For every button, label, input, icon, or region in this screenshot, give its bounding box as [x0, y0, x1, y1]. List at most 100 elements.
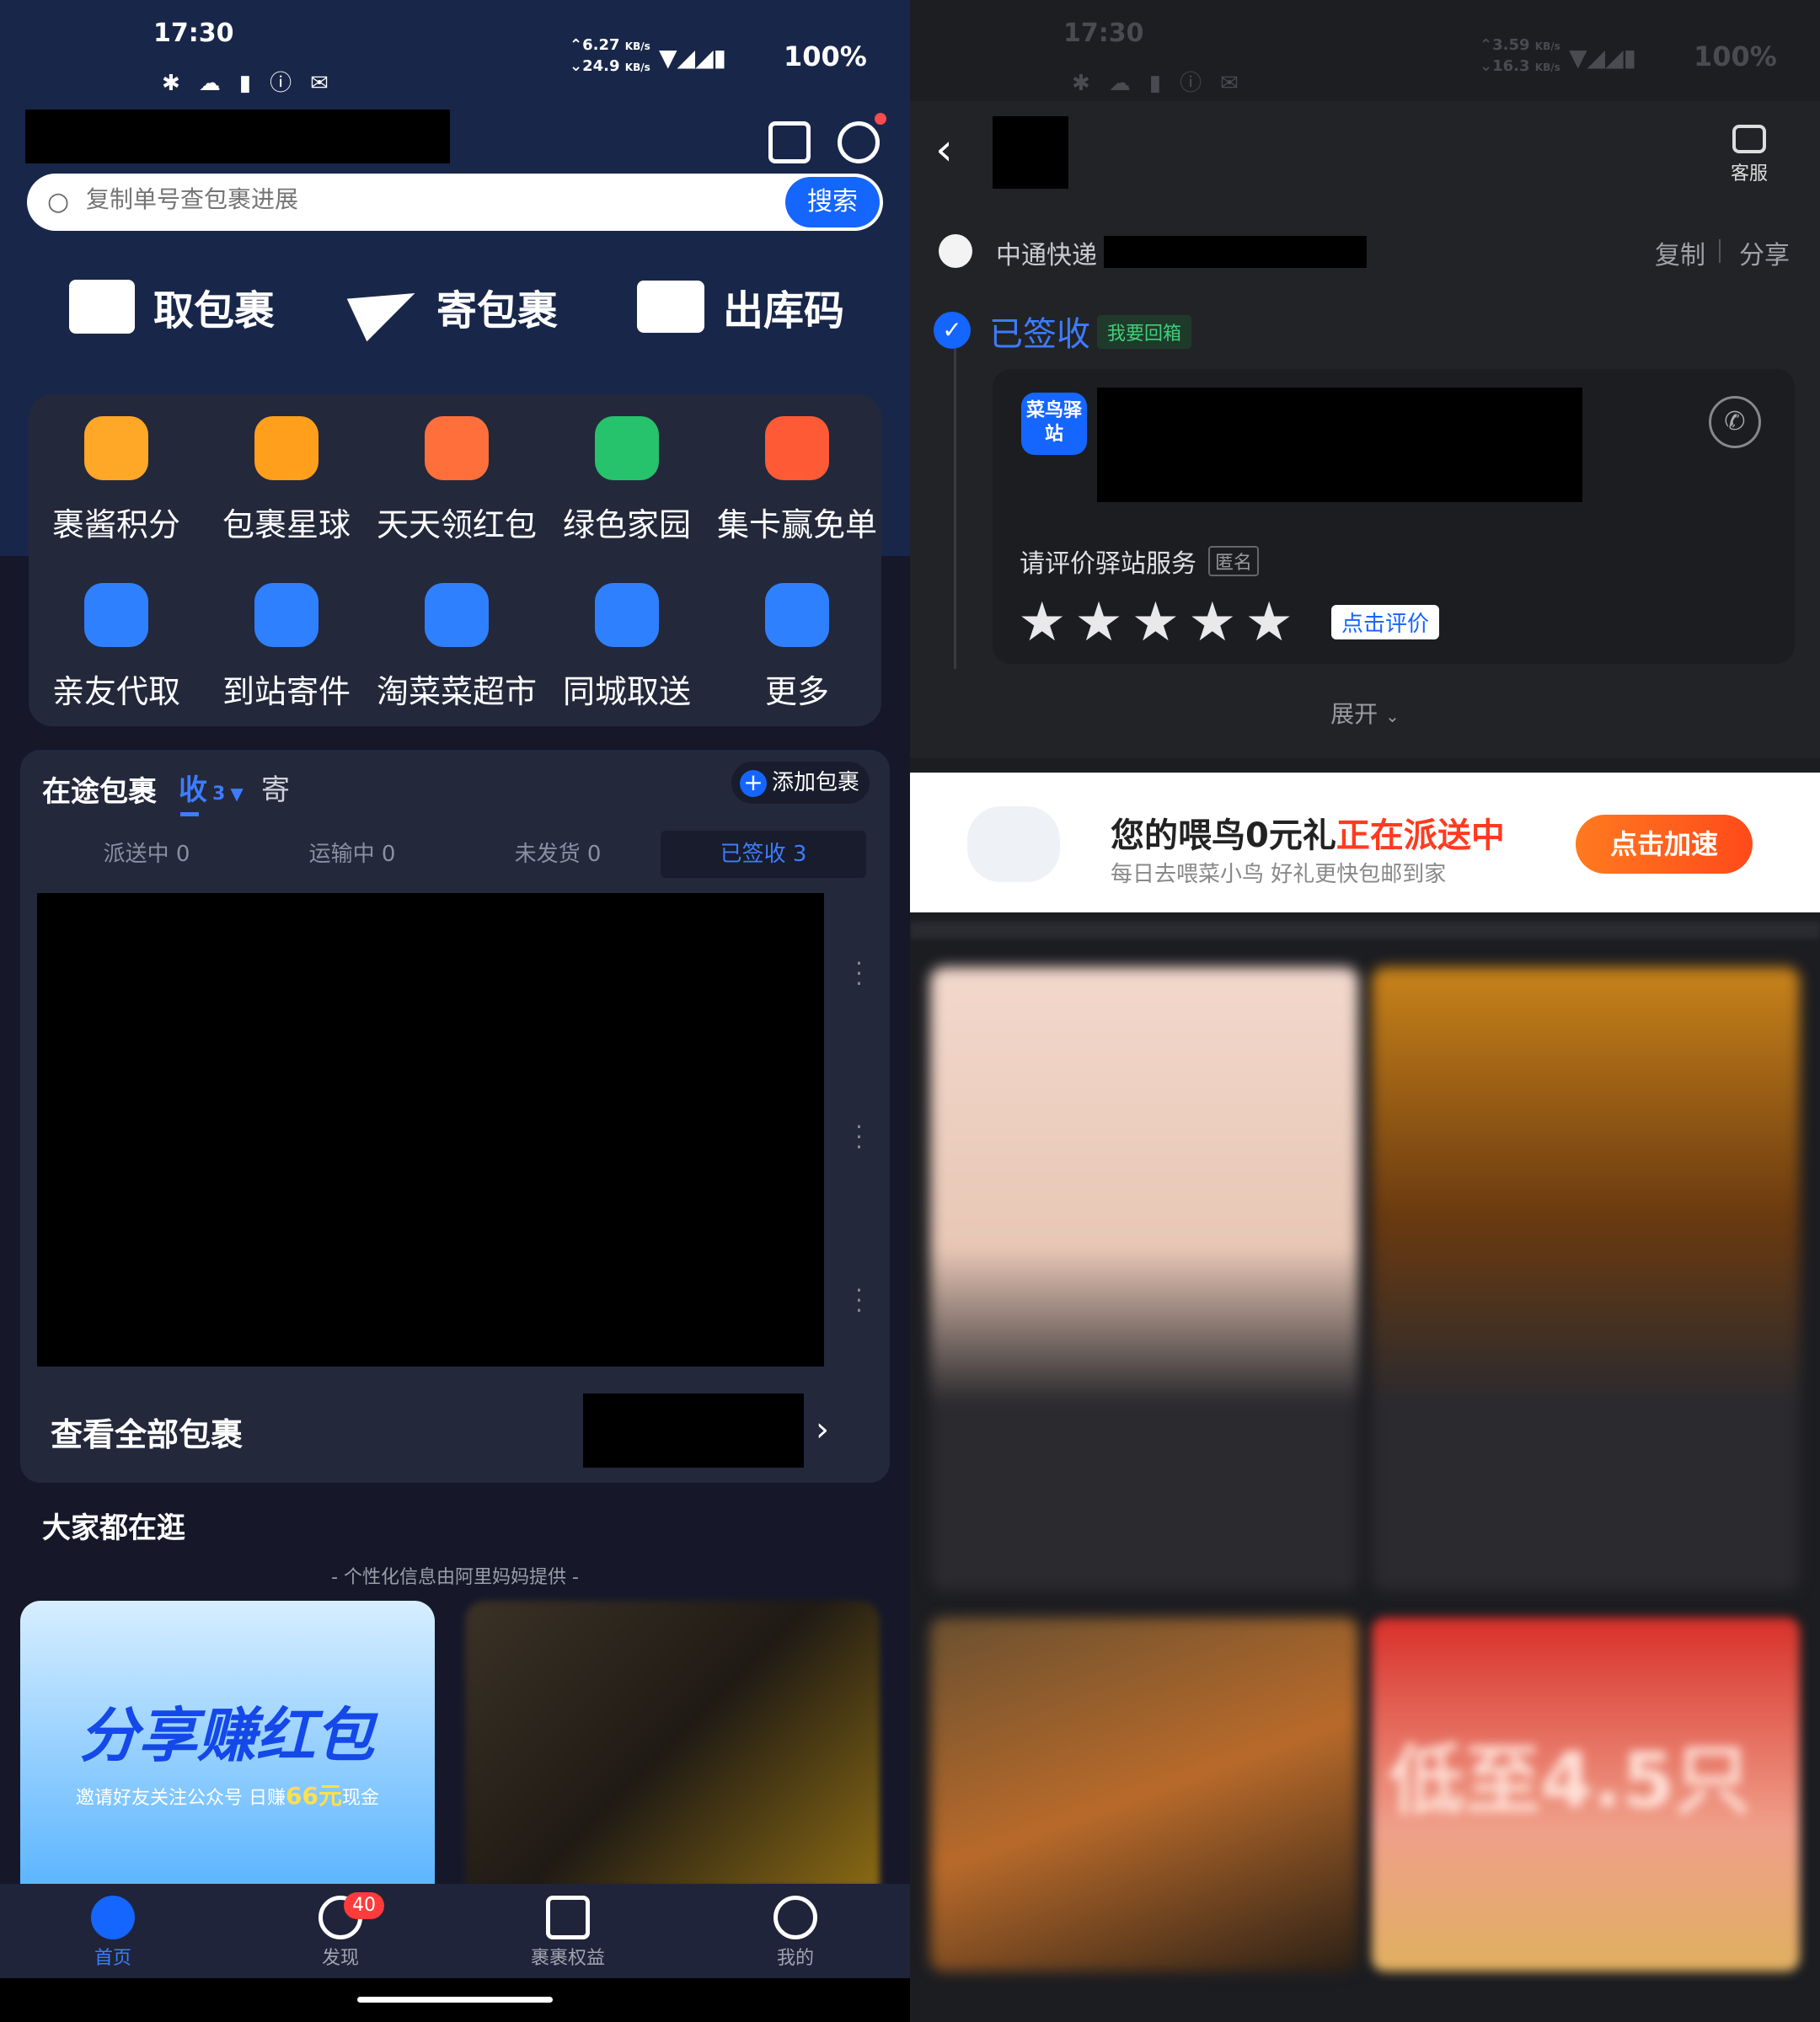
nav-benefits[interactable]: 裹裹权益 — [484, 1884, 652, 1970]
paper-plane-icon — [346, 271, 426, 342]
quick-action-send[interactable]: 寄包裹 — [346, 271, 558, 342]
service-label: 集卡赢免单 — [716, 506, 877, 543]
star-icon[interactable]: ★ — [1132, 591, 1180, 654]
battery-level: 100% — [1694, 40, 1777, 72]
share-red-packet-banner[interactable]: 分享赚红包 邀请好友关注公众号 日赚66元现金 — [20, 1601, 435, 1887]
status-tab-in-transit[interactable]: 运输中 0 — [249, 831, 455, 878]
service-label: 天天领红包 — [376, 506, 537, 543]
service-item-6[interactable]: 亲友代取 — [32, 583, 201, 712]
star-icon[interactable]: ★ — [1245, 591, 1293, 654]
package-list-redacted[interactable] — [37, 893, 824, 1367]
search-bar[interactable]: ○ 搜索 — [27, 174, 883, 231]
account-name-redacted — [25, 110, 450, 163]
status-tab-not-shipped[interactable]: 未发货 0 — [455, 831, 661, 878]
message-dot — [875, 113, 886, 125]
nav-profile[interactable]: 我的 — [711, 1884, 880, 1970]
home-mascot-icon — [91, 1896, 135, 1939]
product-card-blurred[interactable]: 低至4.5只 — [1372, 1618, 1800, 1971]
expand-toggle[interactable]: 展开 ⌄ — [910, 696, 1820, 730]
card-collect-icon — [765, 416, 829, 480]
service-item-2[interactable]: 包裹星球 — [202, 416, 371, 545]
signal-icons: ▼◢◢▮ — [1569, 44, 1637, 72]
service-item-4[interactable]: 绿色家园 — [543, 416, 711, 545]
status-time: 17:30 — [153, 19, 234, 48]
packages-title: 在途包裹 — [42, 775, 157, 809]
bottom-nav: 首页 发现 40 裹裹权益 我的 — [0, 1884, 910, 1978]
status-signed: 已签收 — [989, 315, 1090, 354]
service-item-3[interactable]: 天天领红包 — [372, 416, 541, 545]
more-options-icon[interactable]: · · · — [855, 1279, 863, 1323]
rating-stars[interactable]: ★ ★ ★ ★ ★ — [1018, 591, 1302, 654]
browse-title: 大家都在逛 — [42, 1511, 185, 1545]
location-pin-icon — [595, 583, 659, 647]
product-card-blurred[interactable] — [465, 1601, 880, 1887]
shopping-bag-icon — [425, 583, 489, 647]
copy-button[interactable]: 复制 — [1655, 234, 1705, 271]
add-package-button[interactable]: + 添加包裹 — [731, 762, 870, 804]
service-label: 更多 — [764, 673, 829, 710]
back-arrow-icon[interactable]: ‹ — [935, 125, 953, 175]
view-all-packages[interactable]: 查看全部包裹 — [51, 1409, 243, 1455]
star-icon[interactable]: ★ — [1018, 591, 1066, 654]
quick-action-pickup[interactable]: 取包裹 — [69, 276, 275, 337]
more-options-icon[interactable]: · · · — [855, 1115, 863, 1159]
title-redacted — [993, 116, 1068, 189]
rate-button[interactable]: 点击评价 — [1331, 605, 1440, 639]
service-item-5[interactable]: 集卡赢免单 — [713, 416, 881, 545]
anonymous-tag: 匿名 — [1208, 546, 1260, 576]
star-icon[interactable]: ★ — [1074, 591, 1122, 654]
service-item-7[interactable]: 到站寄件 — [202, 583, 371, 712]
nav-discover[interactable]: 发现 40 — [256, 1884, 425, 1970]
return-box-tag[interactable]: 我要回箱 — [1097, 315, 1192, 349]
chevron-right-icon[interactable]: › — [816, 1410, 829, 1449]
network-speed: ⌃6.27 KB/s ⌄24.9 KB/s — [570, 36, 650, 75]
status-bar-dimmed — [910, 0, 1820, 101]
more-options-icon[interactable]: · · · — [855, 952, 863, 996]
service-label: 同城取送 — [562, 673, 691, 710]
product-card-blurred[interactable] — [930, 1618, 1358, 1971]
tab-underline — [180, 812, 199, 816]
notification-icons: ✱☁▮ⓘ✉ — [162, 71, 347, 96]
scan-icon[interactable] — [768, 121, 811, 163]
share-button[interactable]: 分享 — [1739, 234, 1790, 271]
timeline-line — [954, 349, 956, 669]
red-envelope-icon — [425, 416, 489, 480]
star-icon[interactable]: ★ — [1188, 591, 1236, 654]
profile-icon — [774, 1896, 817, 1939]
chevron-down-icon: ⌄ — [1385, 706, 1400, 726]
customer-service-button[interactable]: 客服 — [1731, 125, 1768, 185]
product-card-blurred[interactable] — [1372, 967, 1800, 1591]
service-item-10[interactable]: 更多 — [713, 583, 881, 712]
status-tab-delivering[interactable]: 派送中 0 — [44, 831, 249, 878]
nav-home[interactable]: 首页 — [29, 1884, 197, 1970]
friend-pickup-icon — [84, 583, 148, 647]
accelerate-button[interactable]: 点击加速 — [1576, 815, 1753, 874]
service-item-9[interactable]: 同城取送 — [543, 583, 711, 712]
rate-prompt: 请评价驿站服务 — [1020, 549, 1196, 579]
tab-receive[interactable]: 收 3 ▼ — [179, 767, 244, 808]
status-time: 17:30 — [1063, 19, 1144, 48]
search-input[interactable] — [86, 185, 777, 213]
service-item-1[interactable]: 裹酱积分 — [32, 416, 201, 545]
feed-bird-promo[interactable]: 您的喂鸟0元礼正在派送中 每日去喂菜小鸟 好礼更快包邮到家 点击加速 — [910, 773, 1820, 912]
quick-action-outbound-code[interactable]: 出库码 — [637, 276, 844, 337]
service-label: 到站寄件 — [222, 673, 351, 710]
tab-send[interactable]: 寄 — [261, 767, 290, 808]
browse-subtitle: - 个性化信息由阿里妈妈提供 - — [331, 1567, 579, 1588]
station-send-icon — [254, 583, 318, 647]
service-item-8[interactable]: 淘菜菜超市 — [372, 583, 541, 712]
view-all-redacted — [583, 1393, 804, 1468]
home-indicator[interactable] — [357, 1997, 553, 2003]
carrier-name: 中通快递 — [996, 241, 1097, 270]
phone-icon[interactable]: ✆ — [1709, 396, 1761, 448]
left-screen: 17:30 ✱☁▮ⓘ✉ ⌃6.27 KB/s ⌄24.9 KB/s ▼◢◢▮ 1… — [0, 0, 910, 2022]
more-grid-icon — [765, 583, 829, 647]
crown-icon — [546, 1896, 590, 1939]
tracking-number-redacted — [1104, 236, 1367, 268]
message-icon[interactable] — [838, 121, 880, 163]
cainiao-station-logo: 菜鸟驿站 — [1021, 393, 1087, 455]
service-label: 亲友代取 — [51, 673, 180, 710]
status-tab-signed[interactable]: 已签收 3 — [661, 831, 866, 878]
product-card-blurred[interactable] — [930, 967, 1358, 1591]
search-button[interactable]: 搜索 — [785, 177, 880, 227]
